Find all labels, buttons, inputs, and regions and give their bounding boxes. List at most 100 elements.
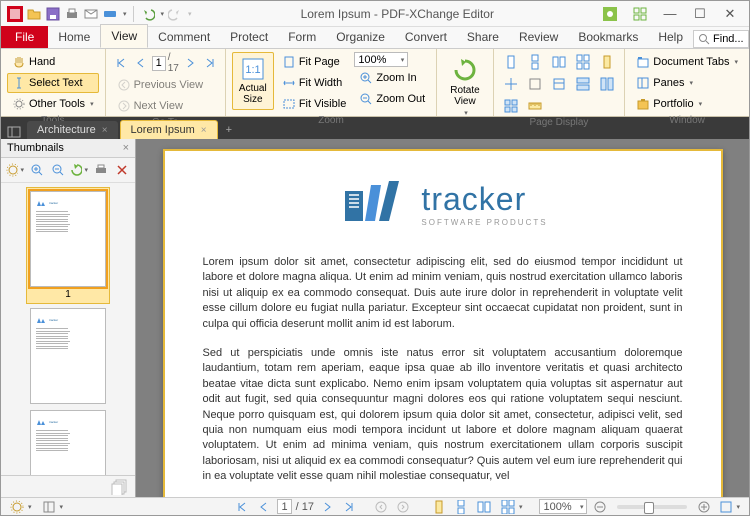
redo-icon[interactable] (167, 6, 183, 22)
split-vert-icon[interactable] (596, 74, 618, 94)
tab-view[interactable]: View (100, 24, 148, 48)
document-scroll[interactable]: tracker SOFTWARE PRODUCTS Lorem ipsum do… (136, 139, 749, 497)
thumbnail-page[interactable]: tracker▬▬▬▬▬▬▬▬▬▬▬▬▬▬▬▬ ▬▬▬▬▬▬▬▬▬▬▬▬▬▬▬▬… (30, 191, 106, 287)
scan-icon[interactable] (102, 6, 118, 22)
two-continuous-icon[interactable] (572, 52, 594, 72)
two-page-icon[interactable] (548, 52, 570, 72)
rotate-thumb-icon[interactable]: ▾ (70, 161, 88, 179)
show-rulers-icon[interactable] (524, 96, 546, 116)
print-thumb-icon[interactable] (92, 161, 109, 179)
hand-tool[interactable]: Hand (7, 52, 99, 72)
close-icon[interactable]: × (201, 125, 207, 136)
last-page-button[interactable] (340, 501, 358, 513)
file-tab[interactable]: File (1, 26, 48, 48)
portfolio-button[interactable]: Portfolio▾ (631, 94, 743, 114)
qat-dropdown[interactable]: ▾ (123, 10, 127, 18)
zoom-in-button[interactable] (695, 501, 713, 513)
save-icon[interactable] (45, 6, 61, 22)
minimize-button[interactable]: — (657, 4, 683, 24)
maximize-button[interactable]: ☐ (687, 4, 713, 24)
tab-form[interactable]: Form (278, 26, 326, 48)
split-horiz-icon[interactable] (572, 74, 594, 94)
tab-comment[interactable]: Comment (148, 26, 220, 48)
zoom-in-button[interactable]: Zoom In (354, 68, 430, 88)
rotate-view-button[interactable]: Rotate View▾ (443, 52, 486, 122)
first-page-button[interactable] (112, 53, 130, 73)
delete-thumb-icon[interactable] (113, 161, 130, 179)
open-icon[interactable] (26, 6, 42, 22)
prev-page-button[interactable] (132, 53, 150, 73)
cover-icon[interactable] (596, 52, 618, 72)
document-tabs-button[interactable]: Document Tabs▾ (631, 52, 743, 72)
next-page-button[interactable] (318, 501, 336, 513)
tab-review[interactable]: Review (509, 26, 568, 48)
ui-theme-icon[interactable] (597, 4, 623, 24)
thumbnail-item[interactable]: tracker▬▬▬▬▬▬▬▬▬▬▬▬▬▬▬▬ ▬▬▬▬▬▬▬▬▬▬▬▬▬▬▬▬… (30, 308, 106, 406)
facing-icon[interactable] (474, 501, 494, 513)
split-four-icon[interactable] (500, 96, 522, 116)
continuous-icon[interactable] (524, 52, 546, 72)
panes-button[interactable]: Panes▾ (631, 73, 743, 93)
new-tab-button[interactable]: + (220, 121, 238, 139)
thumbnail-page[interactable]: tracker▬▬▬▬▬▬▬▬▬▬▬▬▬▬▬▬ ▬▬▬▬▬▬▬▬▬▬▬▬▬▬▬▬… (30, 308, 106, 404)
find-box[interactable]: Find... (693, 30, 749, 48)
tab-organize[interactable]: Organize (326, 26, 395, 48)
email-icon[interactable] (83, 6, 99, 22)
facing-continuous-icon[interactable]: ▾ (498, 500, 526, 514)
tab-home[interactable]: Home (48, 26, 100, 48)
continuous-icon[interactable] (452, 500, 470, 514)
tab-help[interactable]: Help (648, 26, 693, 48)
thumbnails-list[interactable]: tracker▬▬▬▬▬▬▬▬▬▬▬▬▬▬▬▬ ▬▬▬▬▬▬▬▬▬▬▬▬▬▬▬▬… (1, 183, 135, 475)
prev-page-button[interactable] (255, 501, 273, 513)
gaps-icon[interactable] (500, 74, 522, 94)
close-button[interactable]: ✕ (717, 4, 743, 24)
tab-share[interactable]: Share (457, 26, 509, 48)
fit-page-button[interactable]: Fit Page (277, 52, 351, 72)
tab-protect[interactable]: Protect (220, 26, 278, 48)
thin-border-icon[interactable] (524, 74, 546, 94)
single-page-icon[interactable] (430, 500, 448, 514)
tab-bookmarks[interactable]: Bookmarks (568, 26, 648, 48)
layers-icon[interactable]: ▾ (39, 500, 67, 514)
zoom-out-icon[interactable] (49, 161, 66, 179)
options-icon[interactable]: ▾ (6, 161, 24, 179)
launch-icon[interactable] (627, 4, 653, 24)
next-view-icon[interactable] (394, 501, 412, 513)
zoom-slider[interactable] (617, 505, 687, 509)
document-tab-lorem[interactable]: Lorem Ipsum× (120, 120, 218, 139)
other-tools[interactable]: Other Tools▾ (7, 94, 99, 114)
previous-view-button[interactable]: Previous View (112, 75, 219, 95)
thumbnail-item[interactable]: tracker▬▬▬▬▬▬▬▬▬▬▬▬▬▬▬▬ ▬▬▬▬▬▬▬▬▬▬▬▬▬▬▬▬… (30, 410, 106, 475)
fullscreen-icon[interactable]: ▾ (717, 501, 743, 513)
zoom-combo[interactable]: 100%▾ (354, 52, 408, 67)
options-icon[interactable]: ▾ (7, 500, 35, 514)
next-view-button[interactable]: Next View (112, 96, 219, 116)
page-layout-opt-icon[interactable] (548, 74, 570, 94)
close-icon[interactable]: × (102, 125, 108, 136)
stack-icon[interactable] (111, 479, 129, 495)
close-icon[interactable]: × (123, 142, 129, 154)
page-number-field[interactable]: 1 (277, 499, 291, 514)
redo-dropdown[interactable]: ▾ (188, 10, 192, 18)
zoom-in-icon[interactable] (28, 161, 45, 179)
sidebar-toggle-icon[interactable] (7, 125, 21, 139)
print-icon[interactable] (64, 6, 80, 22)
page-number-field[interactable]: 1 (152, 56, 166, 71)
zoom-out-button[interactable]: Zoom Out (354, 89, 430, 109)
thumbnail-item[interactable]: tracker▬▬▬▬▬▬▬▬▬▬▬▬▬▬▬▬ ▬▬▬▬▬▬▬▬▬▬▬▬▬▬▬▬… (26, 187, 110, 304)
undo-icon[interactable] (140, 6, 156, 22)
next-page-button[interactable] (181, 53, 199, 73)
first-page-button[interactable] (233, 501, 251, 513)
prev-view-icon[interactable] (372, 501, 390, 513)
single-page-icon[interactable] (500, 52, 522, 72)
last-page-button[interactable] (201, 53, 219, 73)
undo-dropdown[interactable]: ▾ (161, 10, 165, 18)
document-tab-architecture[interactable]: Architecture× (27, 121, 118, 139)
zoom-out-button[interactable] (591, 501, 609, 513)
select-text-tool[interactable]: Select Text (7, 73, 99, 93)
tab-convert[interactable]: Convert (395, 26, 457, 48)
fit-visible-button[interactable]: Fit Visible (277, 94, 351, 114)
fit-width-button[interactable]: Fit Width (277, 73, 351, 93)
actual-size-button[interactable]: 1:1 Actual Size (232, 52, 274, 110)
zoom-combo[interactable]: 100%▾ (539, 499, 587, 514)
